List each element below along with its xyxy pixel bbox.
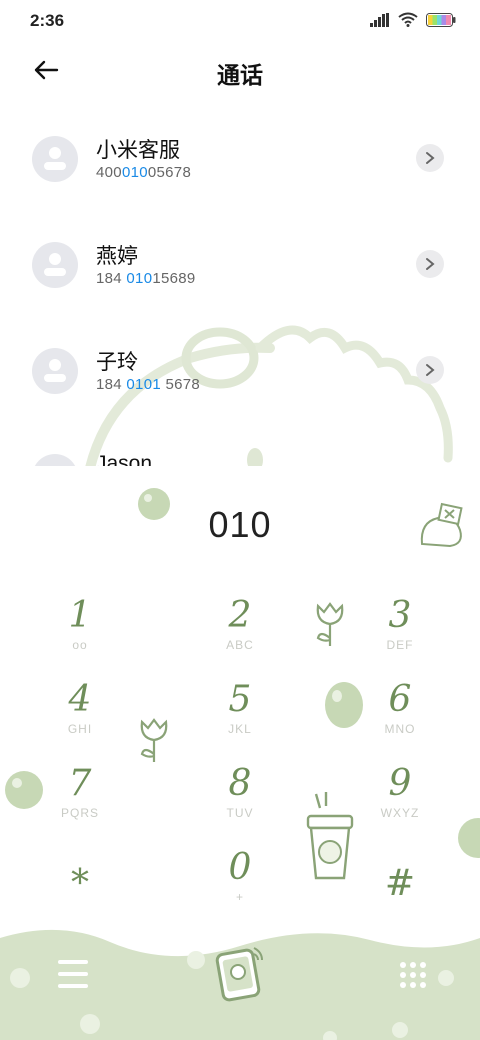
key-9[interactable]: 9 WXYZ [340, 762, 460, 842]
avatar [32, 454, 78, 466]
chevron-right-icon [426, 364, 435, 376]
key-4[interactable]: 4 GHI [20, 678, 140, 758]
key-5[interactable]: 5 JKL [180, 678, 300, 758]
contact-number: 40001005678 [96, 164, 192, 181]
voicemail-icon: ᴏᴏ [72, 638, 88, 652]
contact-item[interactable]: 小米客服 40001005678 [0, 104, 480, 210]
key-letters: JKL [228, 722, 252, 736]
chevron-right-icon [426, 258, 435, 270]
phone-call-icon[interactable] [208, 942, 272, 1006]
key-letters: DEF [386, 638, 414, 652]
avatar [32, 348, 78, 394]
chevron-right-icon [426, 152, 435, 164]
person-icon [44, 253, 66, 276]
menu-icon-bar [58, 972, 88, 976]
header: 通话 [0, 42, 480, 100]
contact-name: Jason [96, 452, 153, 466]
key-digit: 6 [388, 679, 412, 720]
signal-icon [370, 12, 389, 27]
contact-number: 184 0101 5678 [96, 376, 201, 393]
key-digit: 2 [228, 595, 252, 636]
status-icons [370, 12, 456, 27]
key-3[interactable]: 3 DEF [340, 594, 460, 674]
avatar [32, 136, 78, 182]
wifi-icon [398, 12, 418, 27]
menu-icon-bar [58, 984, 88, 988]
key-digit: 1 [68, 595, 92, 636]
key-digit: 8 [228, 763, 252, 804]
person-icon [44, 147, 66, 170]
contact-name: 子玲 [96, 351, 138, 374]
menu-icon-bar [58, 960, 88, 964]
battery-icon [426, 12, 456, 27]
flower-icon [140, 718, 168, 762]
key-letters: PQRS [60, 806, 99, 820]
contact-detail-button[interactable] [416, 250, 444, 278]
key-letters: WXYZ [380, 806, 420, 820]
contact-detail-button[interactable] [416, 356, 444, 384]
avatar [32, 242, 78, 288]
contact-detail-button[interactable] [416, 144, 444, 172]
contact-item[interactable]: 子玲 184 0101 5678 [0, 316, 480, 422]
key-digit: 5 [228, 679, 252, 720]
key-digit: 0 [228, 847, 252, 888]
key-letters: MNO [384, 722, 416, 736]
key-0[interactable]: 0 + [180, 846, 300, 926]
menu-button[interactable] [58, 960, 88, 988]
key-1[interactable]: 1 ᴏᴏ [20, 594, 140, 674]
contact-list: 小米客服 40001005678 燕婷 184 01015689 子玲 184 … [0, 104, 480, 466]
key-digit: 4 [68, 679, 92, 720]
key-letters: TUV [226, 806, 254, 820]
person-icon [44, 359, 66, 382]
key-digit: 3 [388, 595, 412, 636]
key-digit: 9 [388, 763, 412, 804]
key-6[interactable]: 6 MNO [340, 678, 460, 758]
status-bar: 2:36 [0, 0, 480, 42]
status-time: 2:36 [30, 11, 65, 30]
dialed-number: 010 [208, 504, 272, 545]
key-letters: + [235, 890, 244, 904]
keypad-icon[interactable] [398, 960, 428, 990]
key-2[interactable]: 2 ABC [180, 594, 300, 674]
key-8[interactable]: 8 TUV [180, 762, 300, 842]
contact-item[interactable]: 燕婷 184 01015689 [0, 210, 480, 316]
contact-name: 小米客服 [96, 139, 180, 162]
key-digit: * [71, 863, 89, 904]
page-title: 通话 [217, 62, 263, 88]
contact-item[interactable]: Jason [0, 422, 480, 466]
contact-number: 184 01015689 [96, 270, 196, 287]
key-digit: 7 [68, 763, 92, 804]
key-digit: # [384, 863, 416, 904]
key-letters: ABC [226, 638, 254, 652]
contact-name: 燕婷 [96, 245, 138, 268]
key-7[interactable]: 7 PQRS [20, 762, 140, 842]
key-letters: GHI [67, 722, 93, 736]
